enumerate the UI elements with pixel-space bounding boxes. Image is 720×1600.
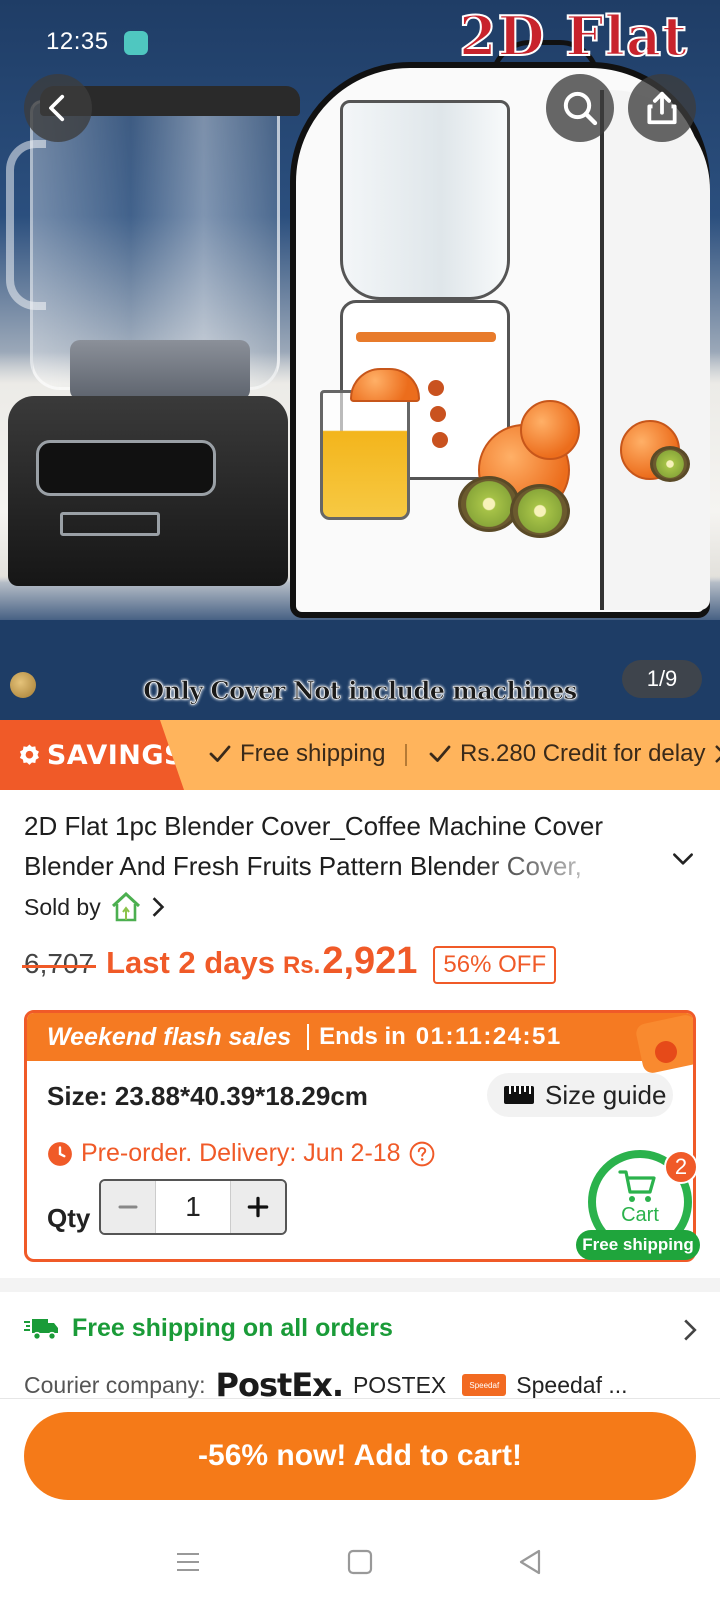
sold-by-link[interactable]: Sold by [24, 892, 165, 922]
ruler-icon [504, 1086, 534, 1104]
brand-overlay: 2D Flat [458, 3, 688, 69]
kitchen-cabinet [0, 620, 720, 720]
printed-button [428, 380, 444, 396]
printed-orange [520, 400, 580, 460]
original-price: 6,707 [21, 948, 97, 979]
section-divider [0, 1278, 720, 1292]
search-icon [563, 91, 598, 126]
check-icon [429, 745, 451, 762]
minus-icon [118, 1205, 138, 1209]
printed-juice-glass [320, 390, 410, 520]
courier-label: Courier company: [24, 1371, 206, 1398]
flash-decoration-dot [655, 1041, 677, 1063]
title-fade [470, 846, 630, 886]
increase-qty-button[interactable] [231, 1181, 285, 1233]
flash-sale-title: Weekend flash sales [47, 1022, 292, 1051]
chevron-right-icon[interactable] [682, 1318, 698, 1342]
triangle-back-icon [519, 1549, 541, 1575]
help-icon[interactable] [409, 1141, 435, 1167]
preorder-info: Pre-order. Delivery: Jun 2-18 [47, 1139, 435, 1168]
floating-cart-button[interactable]: Cart 2 Free shipping [576, 1150, 700, 1260]
printed-button [430, 406, 446, 422]
home-button[interactable] [340, 1542, 380, 1582]
price-row: 6,707 Last 2 days Rs. 2,921 56% OFF [21, 940, 557, 990]
savings-label: SAVINGS [46, 739, 184, 771]
image-counter: 1/9 [622, 660, 702, 698]
blender-control-panel [36, 440, 216, 496]
sold-by-label: Sold by [24, 893, 101, 920]
product-page: 2D Flat 12:35 Only Cover Not include mac… [0, 0, 720, 1600]
savings-item-label: Rs.280 Credit for delay [460, 740, 706, 767]
cart-label: Cart [621, 1204, 659, 1226]
decrease-qty-button[interactable] [101, 1181, 155, 1233]
courier-name-speedaf: Speedaf ... [516, 1371, 628, 1398]
printed-kiwi [510, 484, 570, 538]
size-value: Size: 23.88*40.39*18.29cm [47, 1081, 368, 1111]
discount-badge: 56% OFF [433, 946, 557, 984]
flash-ends-label: Ends in [319, 1023, 406, 1050]
blender-collar [70, 340, 250, 400]
speedaf-logo: Speedaf [462, 1374, 507, 1396]
savings-divider [405, 744, 407, 766]
size-guide-label: Size guide [545, 1079, 667, 1110]
system-navigation-bar [0, 1520, 720, 1600]
chevron-right-icon [152, 897, 164, 917]
app-notification-icon [124, 31, 148, 55]
clock-icon [48, 1141, 72, 1166]
add-to-cart-button[interactable]: -56% now! Add to cart! [24, 1412, 696, 1500]
blender-cover-side [600, 90, 710, 610]
quantity-stepper: 1 [99, 1179, 287, 1235]
countdown-timer: 01:11:24:51 [415, 1023, 562, 1050]
cta-divider [0, 1398, 720, 1399]
chevron-left-icon [49, 94, 65, 122]
printed-blender-stripe [356, 332, 496, 342]
status-time: 12:35 [46, 28, 109, 55]
share-icon [647, 91, 677, 125]
qty-label: Qty [47, 1203, 91, 1233]
product-image-carousel[interactable]: 2D Flat 12:35 Only Cover Not include mac… [0, 0, 720, 720]
printed-blender-jar [340, 100, 510, 300]
savings-item-free-shipping: Free shipping [208, 740, 385, 768]
shipping-info-row[interactable]: Free shipping on all orders [24, 1314, 700, 1343]
courier-name-postex: POSTEX [352, 1371, 447, 1398]
square-icon [347, 1549, 373, 1575]
chevron-right-icon [715, 745, 720, 763]
urgency-text: Last 2 days [106, 945, 275, 980]
shipping-headline: Free shipping on all orders [72, 1314, 393, 1342]
check-icon [209, 745, 231, 762]
blender-badge [60, 512, 160, 536]
image-caption: Only Cover Not include machines [143, 676, 578, 706]
size-guide-button[interactable]: Size guide [487, 1073, 673, 1117]
search-button[interactable] [546, 74, 614, 142]
recent-apps-button[interactable] [168, 1542, 208, 1582]
badge-icon [19, 744, 39, 765]
flash-sale-header: Weekend flash sales Ends in 01:11:24:51 [27, 1013, 693, 1075]
savings-item-credit: Rs.280 Credit for delay [428, 740, 720, 768]
back-button[interactable] [24, 74, 92, 142]
cart-icon [618, 1170, 656, 1202]
qty-value[interactable]: 1 [155, 1181, 231, 1233]
expand-title-button[interactable] [670, 846, 700, 876]
plus-icon [247, 1196, 269, 1218]
cart-free-shipping-badge: Free shipping [576, 1230, 700, 1260]
price-currency: Rs. [282, 952, 321, 979]
system-back-button[interactable] [510, 1542, 550, 1582]
preorder-text: Pre-order. Delivery: Jun 2-18 [81, 1139, 401, 1167]
share-button[interactable] [628, 74, 696, 142]
flash-divider [307, 1024, 310, 1050]
store-logo-icon [111, 892, 140, 922]
savings-tag: SAVINGS [0, 720, 184, 790]
printed-button [432, 432, 448, 448]
chevron-down-icon [673, 853, 693, 865]
savings-strip[interactable]: SAVINGS Free shipping Rs.280 Credit for … [0, 720, 720, 790]
printed-kiwi [650, 446, 690, 482]
cart-count-badge: 2 [664, 1150, 698, 1184]
truck-icon [24, 1318, 58, 1340]
current-price: 2,921 [322, 940, 418, 982]
menu-icon [177, 1553, 199, 1571]
savings-item-label: Free shipping [240, 740, 386, 767]
